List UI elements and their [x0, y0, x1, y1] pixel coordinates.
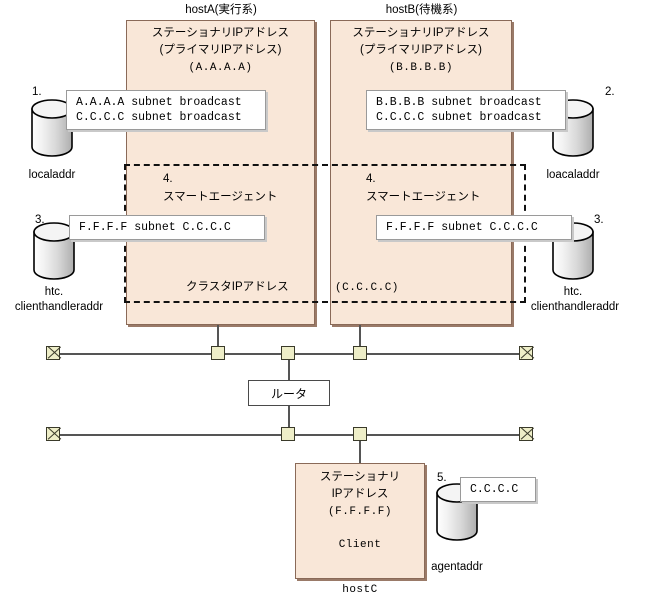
top-bus-terminator-right — [519, 346, 533, 360]
hostB-network-drop — [359, 325, 361, 347]
router-box: ルータ — [248, 380, 330, 406]
cylinder-3-right-label-line2: clienthandleraddr — [530, 301, 620, 313]
hostC-stationary-line1: ステーショナリ — [319, 471, 401, 483]
hostB-caption: hostB(待機系) — [385, 4, 458, 16]
hostA-stationary-line1: ステーショナリIPアドレス — [151, 27, 290, 39]
cylinder-3-left-label-line2: clienthandleraddr — [14, 301, 104, 313]
hostC-client-label: Client — [338, 539, 382, 551]
cluster-ip-value: (C.C.C.C) — [335, 282, 399, 294]
callout-agentaddr-text: C.C.C.C — [470, 483, 519, 496]
callout-localaddr-hostB-line2: C.C.C.C subnet broadcast — [376, 111, 542, 124]
hostB-agent-number: 4. — [366, 173, 376, 185]
bottom-bus-terminator-right — [519, 427, 533, 441]
callout-localaddr-hostA-line1: A.A.A.A subnet broadcast — [76, 96, 242, 109]
diagram-canvas: hostA(実行系) ステーショナリIPアドレス (プライマリIPアドレス) (… — [0, 0, 645, 605]
hostA-stationary-line3: (A.A.A.A) — [188, 62, 253, 74]
callout-localaddr-hostB: B.B.B.B subnet broadcast C.C.C.C subnet … — [366, 90, 566, 130]
hostA-network-drop — [217, 325, 219, 347]
callout-localaddr-hostA: A.A.A.A subnet broadcast C.C.C.C subnet … — [66, 90, 266, 130]
top-bus-node-hostA — [211, 346, 225, 360]
cylinder-1-label: localaddr — [28, 169, 76, 181]
cylinder-2-number: 2. — [605, 86, 615, 98]
cylinder-3-right-label-line1: htc. — [563, 286, 583, 298]
bottom-bus-terminator-left — [46, 427, 60, 441]
hostB-stationary-line3: (B.B.B.B) — [389, 62, 453, 74]
router-down-line — [288, 406, 290, 428]
cylinder-5-label: agentaddr — [431, 561, 483, 573]
hostC-caption: hostC — [342, 584, 378, 596]
callout-clienthandler-hostB: F.F.F.F subnet C.C.C.C — [376, 215, 572, 240]
hostC-stationary-line3: (F.F.F.F) — [328, 506, 392, 518]
hostB-agent-label: スマートエージェント — [366, 191, 481, 203]
top-bus-terminator-left — [46, 346, 60, 360]
hostA-agent-number: 4. — [163, 173, 173, 185]
top-bus-node-router — [281, 346, 295, 360]
cylinder-3-left-label-line1: htc. — [44, 286, 64, 298]
cylinder-3-right-number: 3. — [594, 214, 604, 226]
callout-clienthandler-hostA-text: F.F.F.F subnet C.C.C.C — [79, 221, 231, 234]
hostB-stationary-line2: (プライマリIPアドレス) — [359, 44, 483, 56]
cylinder-1-number: 1. — [32, 86, 42, 98]
router-up-line — [288, 360, 290, 380]
callout-localaddr-hostB-line1: B.B.B.B subnet broadcast — [376, 96, 542, 109]
cluster-ip-label: クラスタIPアドレス — [186, 281, 289, 293]
top-bus-node-hostB — [353, 346, 367, 360]
callout-clienthandler-hostA: F.F.F.F subnet C.C.C.C — [69, 215, 265, 240]
cylinder-2-label: loacaladdr — [546, 169, 600, 181]
bottom-bus-node-hostC — [353, 427, 367, 441]
callout-clienthandler-hostB-text: F.F.F.F subnet C.C.C.C — [386, 221, 538, 234]
hostA-agent-label: スマートエージェント — [163, 191, 278, 203]
hostA-caption: hostA(実行系) — [185, 4, 257, 16]
callout-localaddr-hostA-line2: C.C.C.C subnet broadcast — [76, 111, 242, 124]
hostB-stationary-line1: ステーショナリIPアドレス — [352, 27, 490, 39]
callout-agentaddr: C.C.C.C — [460, 477, 536, 502]
hostA-stationary-line2: (プライマリIPアドレス) — [159, 44, 282, 56]
router-label: ルータ — [270, 386, 307, 401]
bottom-bus-node-router — [281, 427, 295, 441]
hostC-network-drop — [359, 441, 361, 463]
hostC-stationary-line2: IPアドレス — [331, 488, 389, 500]
